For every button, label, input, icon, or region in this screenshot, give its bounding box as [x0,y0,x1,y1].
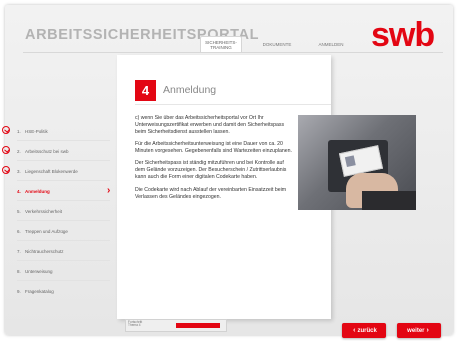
sidebar-item-anmeldung[interactable]: 4. Anmeldung › [0,181,118,201]
sidebar-item-number: 3. [17,168,21,174]
next-button[interactable]: weiter › [397,323,441,338]
sidebar-item-treppen[interactable]: 6. Treppen und Aufzüge [0,221,118,241]
section-body: c) wenn Sie über das Arbeitssicherheitsp… [135,115,295,206]
sidebar-item-unterweisung[interactable]: 8. Unterweisung [0,261,118,281]
sidebar-item-number: 4. [17,188,21,194]
paragraph: Für die Arbeitssicherheitsunterweisung i… [135,141,292,155]
sidebar-item-number: 9. [17,288,21,294]
sidebar-item-label: Verkehrssicherheit [25,208,63,214]
chevron-left-icon: ‹ [353,327,356,334]
tab-sicherheitstraining[interactable]: SICHERHEITS- TRAINING [200,36,242,53]
sidebar-item-hse-politik[interactable]: 1. HSE-Politik [0,121,118,141]
sidebar-item-number: 6. [17,228,21,234]
sidebar-item-number: 1. [17,128,21,134]
paragraph: Die Codekarte wird nach Ablauf der verei… [135,186,287,200]
sidebar-item-verkehrssicherheit[interactable]: 5. Verkehrssicherheit [0,201,118,221]
sidebar-item-number: 5. [17,208,21,214]
chevron-right-icon: › [107,185,111,196]
sidebar-item-arbeitsschutz[interactable]: 2. Arbeitsschutz bei swb [0,141,118,161]
sidebar-item-liegenschaft[interactable]: 3. Liegenschaft Blokenwerde [0,161,118,181]
sidebar-item-number: 7. [17,248,21,254]
paragraph: Der Sicherheitspass ist ständig mitzufüh… [135,160,287,181]
progress-indicator: Fortschritt Thema 4 [125,319,227,332]
tab-anmelden[interactable]: ANMELDEN [313,36,349,52]
back-button[interactable]: ‹ zurück [342,323,386,338]
section-divider [135,104,331,105]
sidebar-item-label: Fragenkatalog [25,288,54,294]
sidebar-item-label: Anmeldung [25,188,50,194]
chevron-right-icon: › [426,327,429,334]
sidebar-nav: 1. HSE-Politik 2. Arbeitsschutz bei swb … [0,121,118,301]
checkmark-icon [2,146,10,154]
sidebar-item-nichtraucherschutz[interactable]: 7. Nichtraucherschutz [0,241,118,261]
sidebar-item-label: Treppen und Aufzüge [25,228,68,234]
sleeve [362,191,416,210]
progress-label: Fortschritt Thema 4 [128,320,143,328]
checkmark-icon [2,166,10,174]
progress-bar-fill [176,323,220,328]
back-button-label: zurück [357,327,377,334]
codekarte-photo [298,115,416,210]
sidebar-item-label: Unterweisung [25,268,53,274]
next-button-label: weiter [407,327,425,334]
section-number-badge: 4 [135,80,156,101]
sidebar-item-number: 2. [17,148,21,154]
sidebar-item-number: 8. [17,268,21,274]
sidebar-item-label: Nichtraucherschutz [25,248,64,254]
section-title: Anmeldung [163,84,217,96]
swb-logo: swb [371,16,435,54]
sidebar-item-fragenkatalog[interactable]: 9. Fragenkatalog [0,281,118,301]
paragraph: c) wenn Sie über das Arbeitssicherheitsp… [135,115,285,135]
header-divider [23,52,443,53]
sidebar-item-label: HSE-Politik [25,128,48,134]
sidebar-item-label: Liegenschaft Blokenwerde [25,168,78,174]
tab-dokumente[interactable]: DOKUMENTE [257,36,297,52]
sidebar-item-label: Arbeitsschutz bei swb [25,148,69,154]
checkmark-icon [2,126,10,134]
